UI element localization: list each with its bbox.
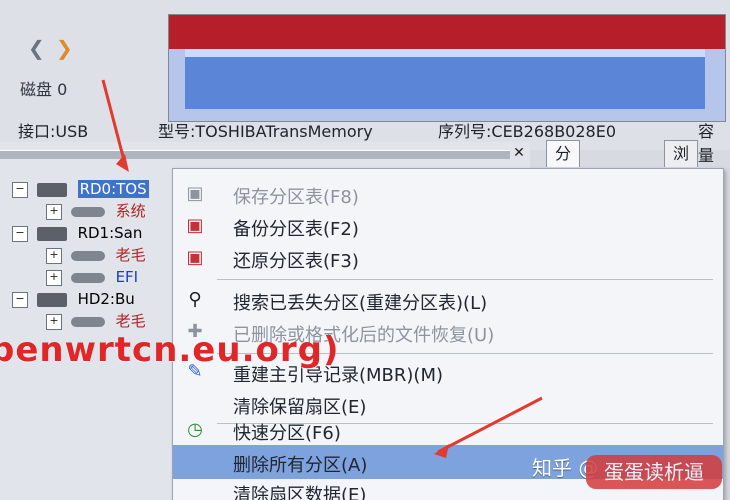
arrow-head [434,444,449,458]
red-arrow-top [101,79,129,172]
red-arrow-bottom [434,396,543,458]
arrow-line [437,396,543,454]
app-screen: ❮ ❯ 磁盘 0 接口:USB 型号:TOSHIBATransMemory 序列… [0,0,730,500]
annotation-arrows [101,79,543,458]
arrow-line [101,79,128,169]
